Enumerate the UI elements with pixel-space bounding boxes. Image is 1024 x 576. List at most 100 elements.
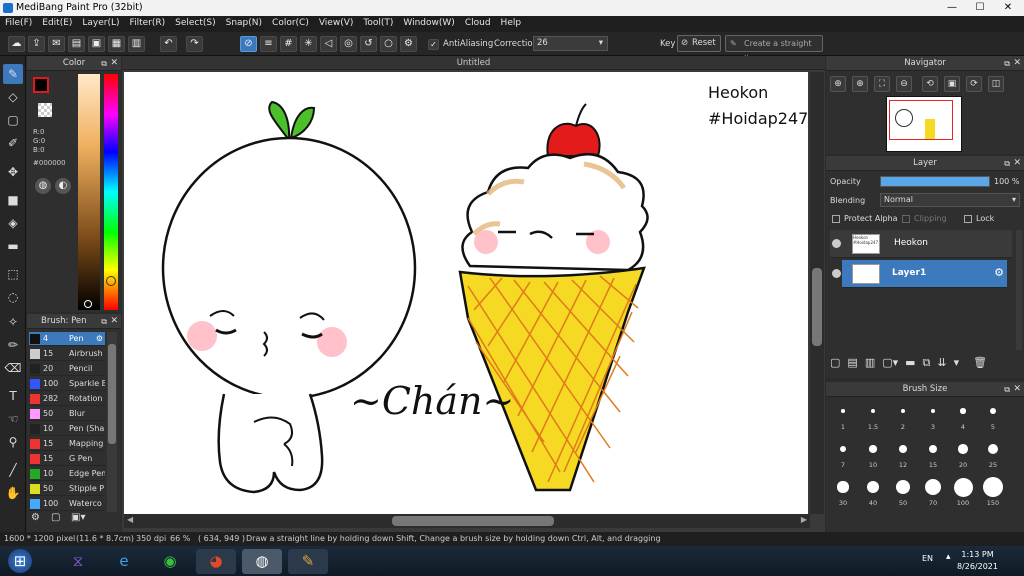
zoom-in-icon[interactable]: ⊕ [830, 76, 846, 92]
layer-menu-icon[interactable]: ▾ [954, 356, 960, 369]
rotate-left-icon[interactable]: ⟲ [922, 76, 938, 92]
brush-menu-icon[interactable]: ▣▾ [71, 512, 91, 526]
navigator-thumbnail[interactable] [886, 96, 962, 152]
brush-item[interactable]: 20 Pencil [29, 362, 105, 376]
lock-checkbox[interactable] [964, 215, 972, 223]
correction-select[interactable]: 26 ▾ [533, 36, 608, 51]
menu-layer[interactable]: Layer(L) [77, 16, 124, 32]
merge-layer-icon[interactable]: ⇊ [937, 356, 946, 369]
layer-scrollbar[interactable] [1016, 230, 1022, 350]
zoom-out-icon[interactable]: ⊖ [896, 76, 912, 92]
brush-tool-icon[interactable]: ✎ [3, 64, 23, 84]
canvas-tab[interactable]: Untitled [122, 56, 825, 70]
app-icon-green[interactable]: ◉ [150, 549, 190, 574]
rotate-right-icon[interactable]: ⟳ [966, 76, 982, 92]
lasso-tool-icon[interactable]: ◌ [3, 287, 23, 307]
hue-bar[interactable] [104, 74, 118, 310]
antialiasing-checkbox[interactable]: ✓ [428, 39, 439, 50]
magic-wand-icon[interactable]: ✧ [3, 312, 23, 332]
snap-settings-icon[interactable]: ⚙ [400, 36, 417, 52]
canvas-horizontal-scrollbar[interactable]: ◀ ▶ [124, 514, 810, 528]
clock[interactable]: 1:13 PM 8/26/2021 [957, 549, 998, 573]
gear-icon[interactable]: ⚙ [96, 332, 103, 345]
brush-size-cell[interactable]: 4 [950, 400, 976, 432]
color-settings-icon[interactable]: ◐ [55, 178, 71, 194]
close-button[interactable]: ✕ [994, 0, 1022, 16]
brush-item[interactable]: 15 Airbrush [29, 347, 105, 361]
save-icon[interactable]: ▣ [88, 36, 105, 52]
eyedropper-tool-icon[interactable]: ⚲ [3, 432, 23, 452]
canvas-vertical-scrollbar[interactable] [810, 72, 824, 514]
color-picker-handle[interactable] [84, 300, 92, 308]
brush-item[interactable]: 100 Sparkle B [29, 377, 105, 391]
popout-icon[interactable]: ⧉ [1004, 156, 1010, 171]
brush-size-cell[interactable]: 3 [920, 400, 946, 432]
popout-icon[interactable]: ⧉ [101, 56, 107, 71]
brush-size-cell[interactable]: 70 [920, 476, 946, 508]
comment-icon[interactable]: ✉ [48, 36, 65, 52]
circle-snap-icon[interactable]: ○ [380, 36, 397, 52]
brush-size-cell[interactable]: 25 [980, 438, 1006, 470]
menu-window[interactable]: Window(W) [398, 16, 459, 32]
layer-row-heokon[interactable]: Heokon #Hoidap247 Heokon [830, 230, 1012, 258]
brush-size-cell[interactable]: 150 [980, 476, 1006, 508]
brush-item[interactable]: 4 Pen ⚙ [29, 332, 105, 346]
trash-icon[interactable]: 🗑 [973, 356, 987, 369]
menu-file[interactable]: File(F) [0, 16, 37, 32]
canvas-paper[interactable]: ~Chán~ Heokon #Hoidap247 [124, 72, 808, 514]
flip-icon[interactable]: ◫ [988, 76, 1004, 92]
hue-handle[interactable] [106, 276, 116, 286]
popout-icon[interactable]: ⧉ [1004, 382, 1010, 397]
ie-icon[interactable]: e [104, 549, 144, 574]
fill-rect-icon[interactable]: ■ [3, 190, 23, 210]
palette-icon[interactable]: ◍ [35, 178, 51, 194]
fit-window-icon[interactable]: ▣ [944, 76, 960, 92]
medibang-icon[interactable]: ◍ [242, 549, 282, 574]
brush-item[interactable]: 10 Pen (Sha [29, 422, 105, 436]
paint-icon[interactable]: ✎ [288, 549, 328, 574]
close-icon[interactable]: ✕ [1013, 56, 1021, 71]
brush-size-cell[interactable]: 1 [830, 400, 856, 432]
add-brush-icon[interactable]: ⚙ [31, 512, 45, 526]
share-icon[interactable]: ⇪ [28, 36, 45, 52]
protect-alpha-checkbox[interactable] [832, 215, 840, 223]
new-halftone-layer-icon[interactable]: ▤ [847, 356, 857, 369]
horizontal-scroll-thumb[interactable] [392, 516, 554, 526]
language-indicator[interactable]: EN [922, 554, 933, 563]
add-layer-menu-icon[interactable]: ▢▾ [882, 356, 898, 369]
duplicate-layer-icon[interactable]: ⧉ [923, 356, 931, 369]
brush-size-cell[interactable]: 10 [860, 438, 886, 470]
select-tool-icon[interactable]: ⬚ [3, 264, 23, 284]
brush-item[interactable]: 10 Edge Pen [29, 467, 105, 481]
folder-icon[interactable]: ▬ [905, 356, 915, 369]
brush-item[interactable]: 15 Mapping [29, 437, 105, 451]
brush-item[interactable]: 100 Waterco [29, 497, 105, 511]
concentric-snap-icon[interactable]: ◎ [340, 36, 357, 52]
visual-studio-icon[interactable]: ⧖ [58, 549, 98, 574]
brush-size-cell[interactable]: 15 [920, 438, 946, 470]
opacity-slider[interactable] [880, 176, 990, 187]
menu-view[interactable]: View(V) [314, 16, 359, 32]
minimize-button[interactable]: — [938, 0, 966, 16]
brush-size-cell[interactable]: 7 [830, 438, 856, 470]
eye-icon[interactable] [832, 239, 841, 248]
move-tool-icon[interactable]: ✥ [3, 162, 23, 182]
curve-snap-icon[interactable]: ↺ [360, 36, 377, 52]
eye-icon[interactable] [832, 269, 841, 278]
text-tool-icon[interactable]: T [3, 386, 23, 406]
popout-icon[interactable]: ⧉ [1004, 56, 1010, 71]
select-pen-icon[interactable]: ✏ [3, 335, 23, 355]
close-icon[interactable]: ✕ [1013, 382, 1021, 397]
brush-size-cell[interactable]: 30 [830, 476, 856, 508]
fit-icon[interactable]: ⛶ [874, 76, 890, 92]
brush-scroll-thumb[interactable] [108, 344, 116, 444]
brush-size-cell[interactable]: 100 [950, 476, 976, 508]
page-icon[interactable]: ▥ [128, 36, 145, 52]
popout-icon[interactable]: ⧉ [101, 314, 107, 329]
brush-item[interactable]: 15 G Pen [29, 452, 105, 466]
clipping-checkbox[interactable] [902, 215, 910, 223]
document-icon[interactable]: ▤ [68, 36, 85, 52]
snap-off-icon[interactable]: ⊘ [240, 36, 257, 52]
grid-snap-icon[interactable]: # [280, 36, 297, 52]
close-icon[interactable]: ✕ [110, 314, 118, 329]
